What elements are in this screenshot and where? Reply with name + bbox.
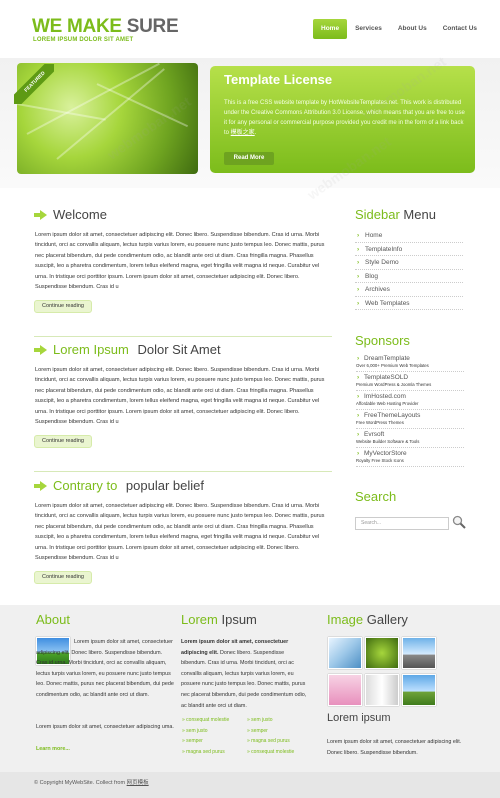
- read-more-button[interactable]: Read More: [224, 152, 274, 165]
- nav-about-us[interactable]: About Us: [390, 19, 435, 39]
- sidebar-item-templateinfo[interactable]: TemplateInfo: [355, 243, 463, 256]
- arrow-icon: [34, 480, 48, 491]
- gallery-thumb[interactable]: [365, 637, 399, 669]
- gallery-thumb[interactable]: [328, 674, 362, 706]
- sponsor-item[interactable]: ImHosted.comAffordable Web Hosting Provi…: [356, 391, 464, 410]
- footer-about-title: About: [36, 612, 70, 627]
- about-text-2: Lorem ipsum dolor sit amet, consectetuer…: [36, 724, 174, 730]
- gallery-thumb[interactable]: [402, 674, 436, 706]
- sponsor-item[interactable]: DreamTemplateOver 6,000+ Premium Web Tem…: [356, 353, 464, 372]
- gallery-thumb[interactable]: [402, 637, 436, 669]
- section-title-welcome: Welcome: [34, 207, 107, 222]
- gallery-thumb[interactable]: [365, 674, 399, 706]
- section-body: Lorem ipsum dolor sit amet, consectetuer…: [35, 232, 325, 291]
- arrow-icon: [34, 209, 48, 220]
- search-input[interactable]: Search...: [355, 517, 449, 530]
- footer-link[interactable]: sem justo: [182, 726, 229, 737]
- footer-gallery-title: Image Gallery: [327, 612, 408, 627]
- divider: [34, 336, 332, 337]
- sponsor-item[interactable]: EvrsoftWebsite Builder Software & Tools: [356, 429, 464, 448]
- sponsors-list: DreamTemplateOver 6,000+ Premium Web Tem…: [356, 353, 464, 467]
- main-nav: Home Services About Us Contact Us: [313, 19, 485, 39]
- section-body: Lorem ipsum dolor sit amet, consectetuer…: [35, 367, 325, 426]
- footer-links-col-2: sem justo semper magna sed purus consequ…: [247, 715, 294, 757]
- sidebar-item-home[interactable]: Home: [355, 229, 463, 243]
- featured-ribbon: FEATURED: [14, 64, 54, 104]
- license-title: Template License: [224, 72, 333, 87]
- footer-link[interactable]: magna sed purus: [182, 747, 229, 758]
- sidebar-menu-title: Sidebar Menu: [355, 207, 436, 222]
- lorem-text: Lorem ipsum dolor sit amet, consectetuer…: [181, 639, 307, 709]
- footer-link[interactable]: magna sed purus: [247, 736, 294, 747]
- license-panel: Template License This is a free CSS webs…: [210, 66, 475, 173]
- sidebar-item-web-templates[interactable]: Web Templates: [355, 297, 463, 310]
- copyright-link[interactable]: 网页模板: [127, 780, 149, 786]
- gallery-text: Lorem ipsum dolor sit amet, consectetuer…: [327, 739, 462, 756]
- nav-contact-us[interactable]: Contact Us: [435, 19, 485, 39]
- license-link[interactable]: 模板之家: [231, 130, 255, 136]
- search-title: Search: [355, 489, 397, 504]
- logo[interactable]: WE MAKE SURE: [32, 16, 179, 38]
- continue-reading-button[interactable]: Continue reading: [34, 435, 92, 448]
- nav-services[interactable]: Services: [347, 19, 390, 39]
- continue-reading-button[interactable]: Continue reading: [34, 300, 92, 313]
- section-body: Lorem ipsum dolor sit amet, consectetuer…: [35, 503, 325, 562]
- divider: [34, 471, 332, 472]
- license-text: This is a free CSS website template by H…: [224, 100, 465, 136]
- sponsor-item[interactable]: TemplateSOLDPremium WordPress & Joomla T…: [356, 372, 464, 391]
- section-title-contrary: Contrary to popular belief: [34, 478, 204, 493]
- copyright: © Copyright MyWebSite. Collect from 网页模板: [34, 780, 149, 786]
- gallery-subtitle: Lorem ipsum: [327, 712, 391, 724]
- footer-link[interactable]: semper: [182, 736, 229, 747]
- footer-lorem-title: Lorem Ipsum: [181, 612, 257, 627]
- arrow-icon: [34, 344, 48, 355]
- footer-link[interactable]: consequat molestie: [182, 715, 229, 726]
- search-icon[interactable]: [452, 515, 466, 529]
- about-text: Lorem ipsum dolor sit amet, consectetuer…: [36, 639, 174, 698]
- sponsor-item[interactable]: FreeThemeLayoutsFree WordPress Themes: [356, 410, 464, 429]
- tagline: LOREM IPSUM DOLOR SIT AMET: [33, 37, 134, 43]
- footer-link[interactable]: consequat molestie: [247, 747, 294, 758]
- nav-home[interactable]: Home: [313, 19, 348, 39]
- section-title-lorem-ipsum: Lorem Ipsum Dolor Sit Amet: [34, 342, 221, 357]
- sidebar-item-blog[interactable]: Blog: [355, 270, 463, 283]
- sidebar-item-archives[interactable]: Archives: [355, 283, 463, 297]
- sidebar-menu: Home TemplateInfo Style Demo Blog Archiv…: [355, 229, 463, 310]
- continue-reading-button[interactable]: Continue reading: [34, 571, 92, 584]
- footer-link[interactable]: semper: [247, 726, 294, 737]
- gallery-thumb[interactable]: [328, 637, 362, 669]
- sponsors-title: Sponsors: [355, 333, 410, 348]
- footer-link[interactable]: sem justo: [247, 715, 294, 726]
- sidebar-item-style-demo[interactable]: Style Demo: [355, 256, 463, 270]
- sponsor-item[interactable]: MyVectorStoreRoyalty Free Stock Icons: [356, 448, 464, 467]
- learn-more-link[interactable]: Learn more...: [36, 744, 70, 755]
- footer-links-col-1: consequat molestie sem justo semper magn…: [182, 715, 229, 757]
